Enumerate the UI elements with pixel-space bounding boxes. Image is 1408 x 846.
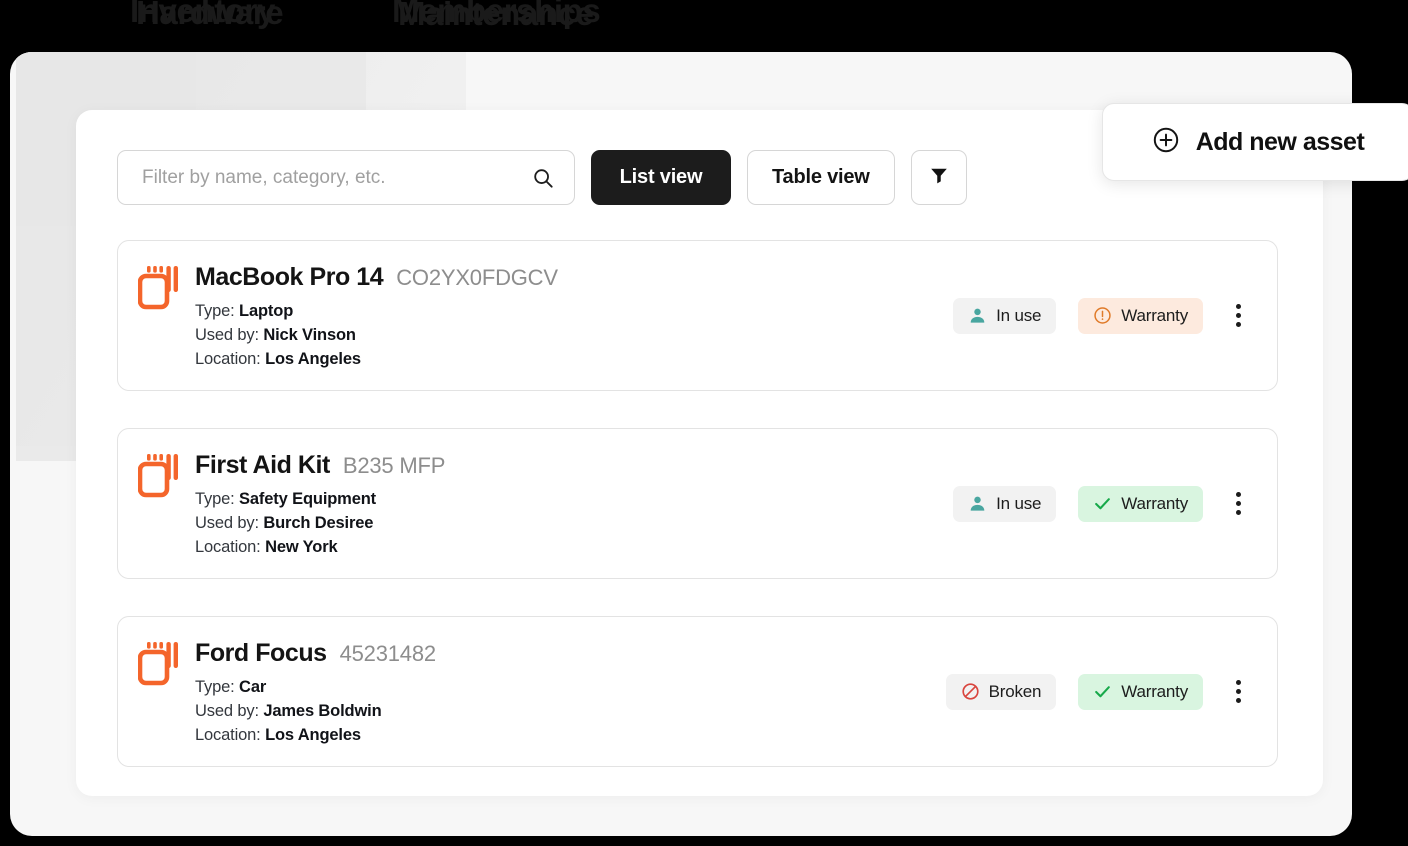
asset-name: First Aid Kit: [195, 451, 330, 479]
cut-off-headings: Inventory Hardware Memberships Maintenan…: [0, 0, 1408, 36]
warranty-badge[interactable]: Warranty: [1078, 297, 1203, 334]
location-label: Location:: [195, 726, 261, 744]
heading-hardware: Hardware: [136, 0, 284, 31]
asset-card[interactable]: First Aid Kit B235 MFP Type: Safety Equipm…: [117, 428, 1278, 579]
asset-type-line: Type: Safety Equipment: [195, 487, 445, 511]
asset-serial: B235 MFP: [342, 453, 446, 478]
check-icon: [1093, 494, 1112, 513]
asset-name: MacBook Pro 14: [195, 263, 384, 291]
type-value: Car: [239, 678, 267, 696]
asset-more-options-button[interactable]: [1221, 296, 1255, 336]
warranty-badge[interactable]: Warranty: [1078, 485, 1203, 522]
kebab-dot: [1235, 689, 1241, 694]
asset-location-line: Location: Los Angeles: [195, 347, 558, 371]
heading-maintenance: Maintenance: [398, 0, 594, 32]
asset-title-row: First Aid Kit B235 MFP: [195, 451, 445, 480]
status-badge-label: In use: [996, 305, 1042, 325]
used-by-label: Used by:: [195, 326, 259, 344]
asset-location-line: Location: Los Angeles: [195, 723, 436, 747]
asset-usedby-line: Used by: James Boldwin: [195, 699, 436, 723]
asset-details: First Aid Kit B235 MFP Type: Safety Equipm…: [195, 451, 445, 559]
inventory-panel: List view Table view MacBook Pro 14 CO2YX…: [76, 110, 1323, 796]
asset-card[interactable]: MacBook Pro 14 CO2YX0FDGCV Type: Laptop Use…: [117, 240, 1278, 391]
asset-list: MacBook Pro 14 CO2YX0FDGCV Type: Laptop Use…: [117, 240, 1278, 796]
asset-details: Ford Focus 45231482 Type: Car Used by: Jame…: [195, 639, 436, 747]
status-badge-label: In use: [996, 493, 1042, 513]
location-label: Location:: [195, 350, 261, 368]
search-input[interactable]: [118, 151, 574, 204]
kebab-dot: [1235, 304, 1241, 309]
asset-more-options-button[interactable]: [1221, 484, 1255, 524]
asset-more-options-button[interactable]: [1221, 672, 1255, 712]
status-badge[interactable]: In use: [953, 297, 1057, 334]
type-label: Type:: [195, 490, 235, 508]
add-new-asset-label: Add new asset: [1195, 127, 1365, 156]
asset-title-row: MacBook Pro 14 CO2YX0FDGCV: [195, 263, 558, 292]
warranty-badge-label: Warranty: [1121, 493, 1188, 513]
asset-status-area: Broken Warranty: [945, 672, 1255, 712]
filter-button[interactable]: [910, 150, 967, 205]
asset-type-line: Type: Car: [195, 675, 436, 699]
asset-box-icon: [137, 264, 180, 310]
location-value: New York: [265, 538, 338, 556]
asset-status-area: In use Warranty: [953, 484, 1255, 524]
kebab-dot: [1235, 680, 1241, 685]
person-icon: [968, 306, 987, 325]
type-value: Safety Equipment: [239, 490, 377, 508]
status-badge[interactable]: Broken: [945, 673, 1057, 710]
asset-details: MacBook Pro 14 CO2YX0FDGCV Type: Laptop Use…: [195, 263, 558, 371]
type-label: Type:: [195, 302, 235, 320]
table-view-button[interactable]: Table view: [747, 150, 895, 205]
used-by-value: Nick Vinson: [263, 326, 356, 344]
list-view-button[interactable]: List view: [591, 150, 731, 205]
plus-circle-icon: [1152, 126, 1180, 159]
kebab-dot: [1235, 501, 1241, 506]
asset-usedby-line: Used by: Nick Vinson: [195, 323, 558, 347]
status-badge-label: Broken: [988, 681, 1042, 701]
type-label: Type:: [195, 678, 235, 696]
asset-title-row: Ford Focus 45231482: [195, 639, 436, 668]
search-box[interactable]: [117, 150, 575, 205]
funnel-icon: [928, 164, 950, 192]
asset-usedby-line: Used by: Burch Desiree: [195, 511, 445, 535]
warranty-badge[interactable]: Warranty: [1078, 673, 1203, 710]
used-by-label: Used by:: [195, 514, 259, 532]
location-label: Location:: [195, 538, 261, 556]
check-icon: [1093, 682, 1112, 701]
asset-location-line: Location: New York: [195, 535, 445, 559]
location-value: Los Angeles: [265, 350, 361, 368]
kebab-dot: [1235, 322, 1241, 327]
asset-status-area: In use Warranty: [953, 296, 1255, 336]
asset-name: Ford Focus: [195, 639, 327, 667]
kebab-dot: [1235, 313, 1241, 318]
type-value: Laptop: [239, 302, 294, 320]
asset-box-icon: [137, 452, 180, 498]
asset-type-line: Type: Laptop: [195, 299, 558, 323]
kebab-dot: [1235, 698, 1241, 703]
alert-circle-icon: [1093, 306, 1112, 325]
kebab-dot: [1235, 510, 1241, 515]
kebab-dot: [1235, 492, 1241, 497]
warranty-badge-label: Warranty: [1121, 305, 1188, 325]
add-new-asset-button[interactable]: Add new asset: [1102, 103, 1408, 181]
person-icon: [968, 494, 987, 513]
asset-box-icon: [137, 640, 180, 686]
asset-serial: 45231482: [339, 641, 436, 666]
screen-root: Inventory Hardware Memberships Maintenan…: [0, 0, 1408, 846]
toolbar: List view Table view: [117, 150, 967, 205]
used-by-value: James Boldwin: [263, 702, 382, 720]
asset-serial: CO2YX0FDGCV: [396, 265, 558, 290]
asset-card[interactable]: Ford Focus 45231482 Type: Car Used by: Jame…: [117, 616, 1278, 767]
location-value: Los Angeles: [265, 726, 361, 744]
used-by-label: Used by:: [195, 702, 259, 720]
warranty-badge-label: Warranty: [1121, 681, 1188, 701]
prohibited-icon: [961, 682, 980, 701]
status-badge[interactable]: In use: [953, 485, 1057, 522]
used-by-value: Burch Desiree: [263, 514, 374, 532]
